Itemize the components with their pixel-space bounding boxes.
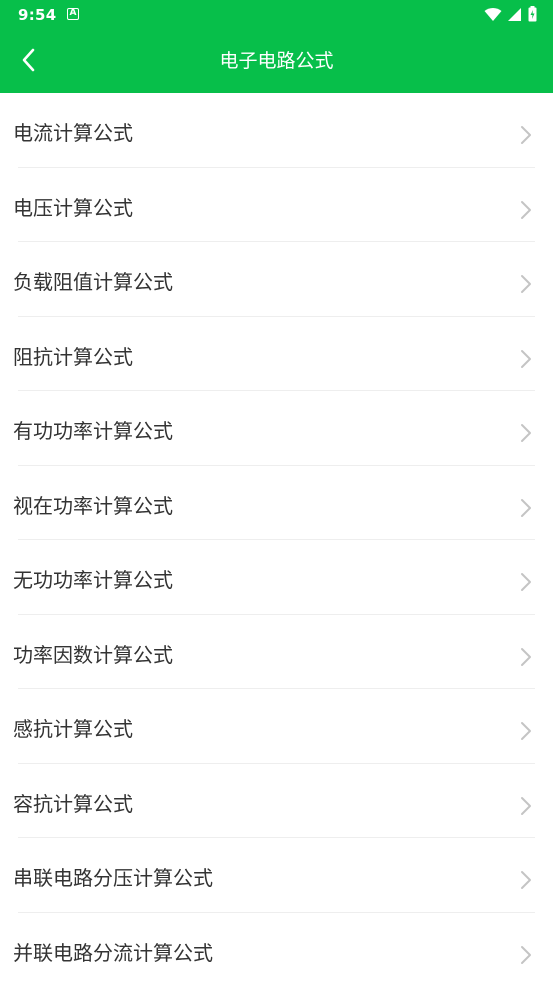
list-item[interactable]: 感抗计算公式 bbox=[0, 689, 553, 764]
page-title: 电子电路公式 bbox=[0, 30, 553, 93]
status-time: 9:54 bbox=[18, 6, 57, 24]
list-item-label: 感抗计算公式 bbox=[13, 713, 133, 742]
chevron-right-icon bbox=[519, 945, 533, 965]
chevron-right-icon bbox=[519, 498, 533, 518]
list-item[interactable]: 阻抗计算公式 bbox=[0, 317, 553, 392]
battery-icon bbox=[528, 6, 537, 26]
list-item-label: 阻抗计算公式 bbox=[13, 341, 133, 370]
list-item-label: 电流计算公式 bbox=[13, 117, 133, 146]
list-item[interactable]: 容抗计算公式 bbox=[0, 764, 553, 839]
list-item-label: 电压计算公式 bbox=[13, 192, 133, 221]
list-item[interactable]: 负载阻值计算公式 bbox=[0, 242, 553, 317]
chevron-right-icon bbox=[519, 870, 533, 890]
chevron-right-icon bbox=[519, 572, 533, 592]
chevron-right-icon bbox=[519, 796, 533, 816]
status-bar: 9:54 A bbox=[0, 0, 553, 30]
chevron-right-icon bbox=[519, 349, 533, 369]
system-icons bbox=[484, 6, 537, 26]
list-item[interactable]: 有功功率计算公式 bbox=[0, 391, 553, 466]
chevron-right-icon bbox=[519, 647, 533, 667]
list-item-label: 串联电路分压计算公式 bbox=[13, 862, 213, 891]
list-item-label: 有功功率计算公式 bbox=[13, 415, 173, 444]
list-item-label: 无功功率计算公式 bbox=[13, 564, 173, 593]
list-item-label: 功率因数计算公式 bbox=[13, 639, 173, 668]
chevron-right-icon bbox=[519, 721, 533, 741]
wifi-icon bbox=[484, 7, 502, 26]
signal-icon bbox=[508, 7, 522, 26]
notification-a-icon: A bbox=[67, 8, 79, 20]
list-item-label: 负载阻值计算公式 bbox=[13, 266, 173, 295]
chevron-right-icon bbox=[519, 423, 533, 443]
chevron-right-icon bbox=[519, 200, 533, 220]
list-item[interactable]: 视在功率计算公式 bbox=[0, 466, 553, 541]
list-item[interactable]: 无功功率计算公式 bbox=[0, 540, 553, 615]
list-item[interactable]: 串联电路分压计算公式 bbox=[0, 838, 553, 913]
list-item[interactable]: 并联电路分流计算公式 bbox=[0, 913, 553, 987]
list-item-label: 并联电路分流计算公式 bbox=[13, 937, 213, 966]
app-bar: 电子电路公式 bbox=[0, 30, 553, 93]
list-item[interactable]: 电压计算公式 bbox=[0, 168, 553, 243]
formula-list: 电流计算公式电压计算公式负载阻值计算公式阻抗计算公式有功功率计算公式视在功率计算… bbox=[0, 93, 553, 987]
list-item-label: 视在功率计算公式 bbox=[13, 490, 173, 519]
list-item-label: 容抗计算公式 bbox=[13, 788, 133, 817]
list-item[interactable]: 功率因数计算公式 bbox=[0, 615, 553, 690]
list-item[interactable]: 电流计算公式 bbox=[0, 93, 553, 168]
chevron-right-icon bbox=[519, 274, 533, 294]
chevron-right-icon bbox=[519, 125, 533, 145]
